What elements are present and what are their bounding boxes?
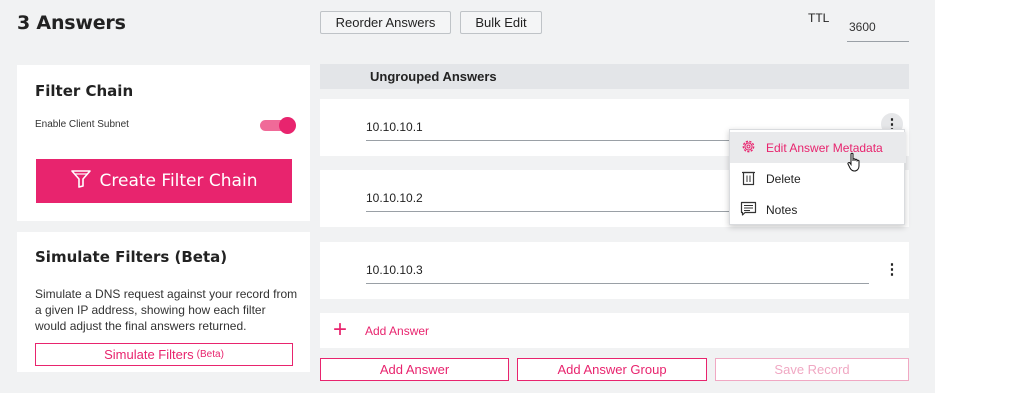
group-title: Ungrouped Answers bbox=[370, 69, 497, 84]
menu-item-label: Delete bbox=[766, 171, 801, 186]
answer-row: 10.10.10.3 ⋮ bbox=[320, 242, 909, 299]
menu-item-notes[interactable]: Notes bbox=[730, 194, 906, 225]
enable-client-subnet-toggle[interactable] bbox=[260, 117, 296, 134]
more-options-icon[interactable]: ⋮ bbox=[881, 258, 903, 280]
menu-item-delete[interactable]: Delete bbox=[730, 163, 906, 194]
answer-context-menu: Edit Answer Metadata Delete Notes bbox=[729, 129, 906, 225]
add-answer-button[interactable]: Add Answer bbox=[320, 358, 509, 381]
simulate-filters-title: Simulate Filters (Beta) bbox=[35, 248, 228, 266]
menu-item-edit-answer-metadata[interactable]: Edit Answer Metadata bbox=[730, 132, 906, 163]
create-filter-chain-button[interactable]: Create Filter Chain bbox=[36, 159, 292, 203]
ungrouped-answers-header: Ungrouped Answers bbox=[320, 64, 909, 89]
plus-icon: + bbox=[333, 316, 348, 343]
reorder-answers-button[interactable]: Reorder Answers bbox=[320, 11, 451, 34]
answer-input[interactable]: 10.10.10.3 bbox=[366, 256, 869, 284]
save-record-button[interactable]: Save Record bbox=[715, 358, 909, 381]
simulate-filters-card: Simulate Filters (Beta) Simulate a DNS r… bbox=[17, 232, 310, 372]
menu-item-label: Edit Answer Metadata bbox=[766, 140, 883, 155]
simulate-filters-label: Simulate Filters bbox=[104, 347, 194, 362]
add-answer-link[interactable]: Add Answer bbox=[365, 324, 429, 338]
beta-suffix: (Beta) bbox=[196, 349, 224, 360]
add-answer-group-button[interactable]: Add Answer Group bbox=[517, 358, 707, 381]
toggle-knob bbox=[279, 117, 296, 134]
ttl-label: TTL bbox=[808, 11, 830, 25]
ttl-input[interactable]: 3600 bbox=[847, 18, 909, 42]
record-answers-panel: 3 Answers Reorder Answers Bulk Edit TTL … bbox=[0, 0, 935, 393]
hand-pointer-cursor-icon bbox=[847, 152, 862, 177]
notes-icon bbox=[740, 200, 757, 220]
create-filter-chain-label: Create Filter Chain bbox=[99, 171, 258, 191]
simulate-filters-description: Simulate a DNS request against your reco… bbox=[35, 287, 298, 333]
page-title: 3 Answers bbox=[17, 12, 126, 34]
enable-client-subnet-label: Enable Client Subnet bbox=[35, 119, 129, 130]
add-answer-row[interactable]: + Add Answer bbox=[320, 313, 909, 348]
simulate-filters-button[interactable]: Simulate Filters (Beta) bbox=[35, 343, 293, 366]
filter-chain-card: Filter Chain Enable Client Subnet Create… bbox=[17, 65, 310, 221]
gear-icon bbox=[740, 138, 757, 158]
funnel-icon bbox=[70, 169, 91, 193]
trash-icon bbox=[740, 169, 757, 189]
bulk-edit-button[interactable]: Bulk Edit bbox=[460, 11, 542, 34]
filter-chain-title: Filter Chain bbox=[35, 82, 134, 100]
menu-item-label: Notes bbox=[766, 202, 798, 217]
